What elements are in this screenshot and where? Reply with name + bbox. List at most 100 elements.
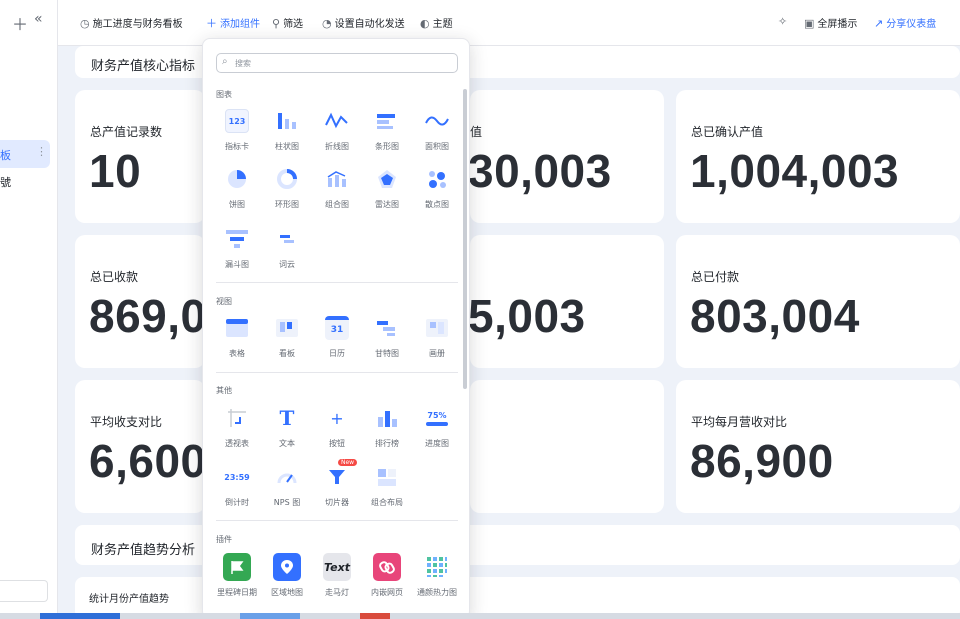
sidebar-search-input[interactable] [0, 580, 48, 602]
component-label: 条形图 [375, 142, 399, 151]
plugin-marquee[interactable]: Text 走马灯 [316, 553, 358, 605]
component-label: 散点图 [425, 200, 449, 209]
theme-button[interactable]: ◐ 主题 [420, 15, 453, 30]
component-funnel-chart[interactable]: 漏斗图 [216, 227, 258, 279]
component-leaderboard[interactable]: 排行榜 [366, 406, 408, 458]
flag-icon [223, 553, 251, 581]
metric-label: 总已付款 [691, 270, 740, 284]
component-search-input[interactable]: ⌕ 搜索 [216, 53, 458, 73]
add-icon[interactable]: ＋ [12, 11, 28, 35]
left-sidebar: ＋ « 板 ⋮ 號 [0, 0, 58, 619]
component-label: 漏斗图 [225, 260, 249, 269]
metric-card[interactable]: 平均收支对比 6,600 [75, 380, 207, 513]
metric-value: 5,003 [470, 290, 586, 342]
sparkle-icon: ✧ [778, 15, 788, 28]
metric-value: 6,600 [89, 435, 207, 487]
component-button[interactable]: + 按钮 [316, 406, 358, 458]
taskbar-app[interactable] [360, 613, 390, 619]
component-label: 画册 [429, 349, 445, 358]
component-label: 走马灯 [325, 588, 349, 597]
gauge-icon [275, 465, 299, 489]
fullscreen-label: 全屏播示 [817, 19, 858, 30]
filter-button[interactable]: ⚲ 筛选 [272, 15, 303, 30]
progress-icon-text: 75% [427, 410, 447, 420]
component-pivot-table[interactable]: 透视表 [216, 406, 258, 458]
component-calendar-view[interactable]: 31 日历 [316, 316, 358, 368]
plugin-embed-webpage[interactable]: 内嵌网页 [366, 553, 408, 605]
component-donut-chart[interactable]: 环形图 [266, 167, 308, 219]
component-slicer[interactable]: New 切片器 [316, 459, 358, 517]
sidebar-item-label: 板 [0, 149, 11, 162]
add-component-button[interactable]: ＋添加组件 [206, 15, 260, 31]
metric-card[interactable]: 平均每月营收对比 86,900 [676, 380, 960, 513]
component-combo-chart[interactable]: 组合图 [316, 167, 358, 219]
component-area-chart[interactable]: 面积图 [416, 109, 458, 161]
component-nps-chart[interactable]: NPS 图 [266, 465, 308, 517]
scrollbar[interactable] [463, 89, 467, 389]
component-label: 区域地图 [271, 588, 303, 597]
metric-card[interactable]: 值 30,003 [470, 90, 664, 223]
metric-card[interactable]: 总已付款 803,004 [676, 235, 960, 368]
presentation-icon: ▣ [804, 17, 815, 30]
more-vertical-icon[interactable]: ⋮ [36, 145, 47, 158]
sidebar-item-active[interactable]: 板 ⋮ [0, 140, 50, 168]
indicator-icon-text: 123 [228, 116, 246, 126]
text-icon: T [275, 406, 299, 430]
component-label: 组合图 [325, 200, 349, 209]
map-pin-icon [273, 553, 301, 581]
text-icon-glyph: T [279, 406, 295, 430]
component-word-cloud[interactable]: 词云 [266, 227, 308, 279]
component-text[interactable]: T 文本 [266, 406, 308, 458]
sparkle-button[interactable]: ✧ [778, 15, 790, 28]
component-scatter-chart[interactable]: 散点图 [416, 167, 458, 219]
component-kanban-view[interactable]: 看板 [266, 316, 308, 368]
timer-icon: ◔ [322, 17, 332, 30]
component-label: 通颜热力图 [417, 588, 457, 597]
component-label: NPS 图 [273, 498, 301, 507]
gallery-icon [425, 316, 449, 340]
metric-card[interactable]: 总产值记录数 10 [75, 90, 205, 223]
component-pie-chart[interactable]: 饼图 [216, 167, 258, 219]
component-bar-chart[interactable]: 柱状图 [266, 109, 308, 161]
fullscreen-button[interactable]: ▣ 全屏播示 [804, 15, 857, 30]
kanban-icon [275, 316, 299, 340]
component-label: 环形图 [275, 200, 299, 209]
metric-card[interactable]: 总已收款 869,0 [75, 235, 206, 368]
component-label: 柱状图 [275, 142, 299, 151]
theme-label: 主题 [432, 19, 453, 30]
component-line-chart[interactable]: 折线图 [316, 109, 358, 161]
component-radar-chart[interactable]: 雷达图 [366, 167, 408, 219]
palette-icon: ◐ [420, 17, 430, 30]
component-countdown[interactable]: 23:59 倒计时 [216, 465, 258, 517]
taskbar-app[interactable] [40, 613, 120, 619]
progress-icon: 75% [425, 406, 449, 430]
component-gallery-view[interactable]: 画册 [416, 316, 458, 368]
component-table-view[interactable]: 表格 [216, 316, 258, 368]
taskbar-app[interactable] [240, 613, 300, 619]
filter-icon: ⚲ [272, 17, 281, 30]
component-progress[interactable]: 75% 进度图 [416, 406, 458, 458]
component-indicator-card[interactable]: 123 指标卡 [216, 109, 258, 161]
component-horizontal-bar-chart[interactable]: 条形图 [366, 109, 408, 161]
metric-label: 平均收支对比 [90, 415, 163, 429]
share-dashboard-button[interactable]: ↗ 分享仪表盘 [874, 15, 936, 30]
dashboard-title-button[interactable]: ◷ 施工进度与财务看板 [80, 15, 183, 30]
auto-send-button[interactable]: ◔ 设置自动化发送 [322, 15, 405, 30]
plus-icon: ＋ [206, 17, 217, 30]
sidebar-item[interactable]: 號 [0, 174, 11, 190]
plugin-heatmap[interactable]: 通颜热力图 [416, 553, 458, 605]
divider [216, 520, 458, 521]
plugin-milestone-date[interactable]: 里程碑日期 [216, 553, 258, 605]
component-gantt-view[interactable]: 甘特图 [366, 316, 408, 368]
add-component-dropdown: ⌕ 搜索 图表 123 指标卡 柱状图 折线图 条形图 面积图 饼图 环形图 组… [202, 38, 470, 619]
metric-card[interactable]: 总已确认产值 1,004,003 [676, 90, 960, 223]
area-chart-icon [425, 109, 449, 133]
component-combo-layout[interactable]: 组合布局 [366, 465, 408, 517]
component-label: 内嵌网页 [371, 588, 403, 597]
plugin-region-map[interactable]: 区域地图 [266, 553, 308, 605]
search-icon: ⌕ [222, 56, 228, 67]
metric-card[interactable]: 5,003 [470, 235, 664, 368]
metric-card[interactable] [470, 380, 664, 513]
collapse-sidebar-icon[interactable]: « [34, 11, 43, 27]
group-label-charts: 图表 [216, 90, 232, 99]
